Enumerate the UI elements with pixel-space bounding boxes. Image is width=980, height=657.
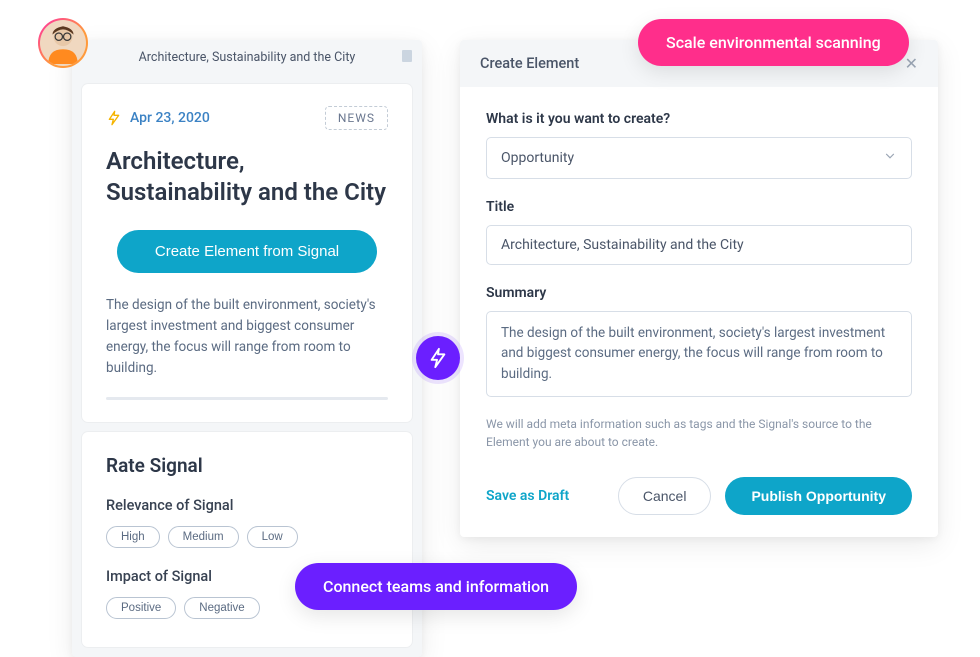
chevron-down-icon [883,149,897,167]
impact-chip-negative[interactable]: Negative [184,597,259,619]
create-element-from-signal-button[interactable]: Create Element from Signal [117,230,377,273]
create-element-panel: Create Element ✕ What is it you want to … [460,40,938,537]
relevance-label: Relevance of Signal [106,497,388,514]
bolt-icon [427,347,449,369]
summary-label: Summary [486,285,912,301]
signal-title: Architecture, Sustainability and the Cit… [106,146,388,208]
create-type-select[interactable]: Opportunity [486,137,912,179]
bolt-badge [416,336,460,380]
create-element-header: Create Element [480,55,579,72]
save-draft-button[interactable]: Save as Draft [486,488,604,504]
avatar-image [40,20,86,66]
close-icon[interactable]: ✕ [905,54,918,73]
meta-note: We will add meta information such as tag… [486,415,912,451]
date-text: Apr 23, 2020 [130,110,210,126]
bolt-icon [106,110,122,126]
rate-heading: Rate Signal [106,454,388,477]
divider [106,397,388,400]
relevance-chip-medium[interactable]: Medium [168,526,239,548]
impact-chip-positive[interactable]: Positive [106,597,176,619]
signal-panel-header: Architecture, Sustainability and the Cit… [72,40,422,74]
summary-textarea[interactable] [486,311,912,397]
signal-panel-title: Architecture, Sustainability and the Cit… [139,50,356,65]
avatar[interactable] [38,18,88,68]
relevance-chip-low[interactable]: Low [247,526,298,548]
pill-scale-scanning: Scale environmental scanning [638,19,909,66]
document-icon [402,50,412,62]
title-label: Title [486,199,912,215]
publish-button[interactable]: Publish Opportunity [725,477,912,515]
signal-date: Apr 23, 2020 [106,110,210,126]
create-type-label: What is it you want to create? [486,111,912,127]
title-input[interactable] [486,225,912,265]
cancel-button[interactable]: Cancel [618,477,712,515]
signal-card: Apr 23, 2020 NEWS Architecture, Sustaina… [82,84,412,422]
relevance-chip-high[interactable]: High [106,526,160,548]
signal-body: The design of the built environment, soc… [106,295,388,379]
pill-connect-teams: Connect teams and information [295,563,577,610]
create-type-value: Opportunity [501,150,574,166]
news-tag: NEWS [325,106,388,130]
rate-signal-card: Rate Signal Relevance of Signal High Med… [82,432,412,647]
